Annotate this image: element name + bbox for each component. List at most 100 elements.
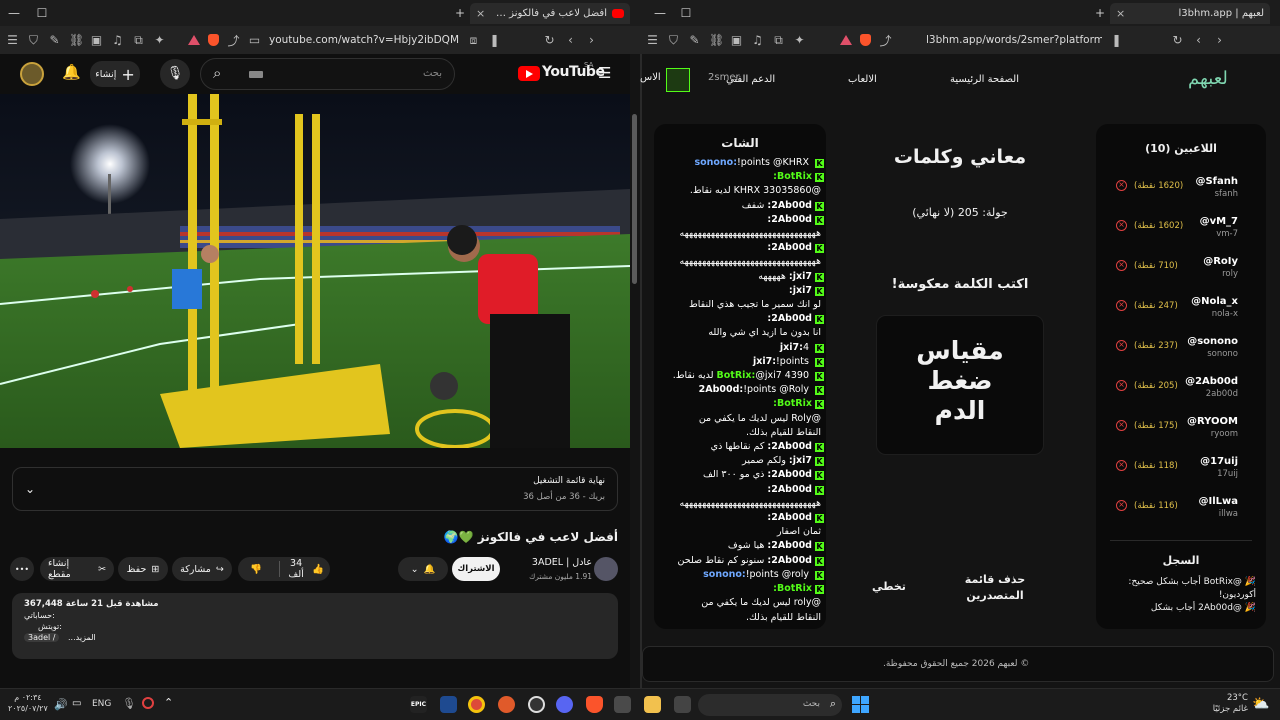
music-icon[interactable]: ♫ [751, 33, 764, 47]
chat-username[interactable]: jxi7: [789, 455, 812, 466]
site-info-icon[interactable]: ▭ [248, 33, 261, 47]
tab-l3bhm[interactable]: × لعبهم | l3bhm.app [1110, 3, 1270, 24]
start-button-windows-icon[interactable] [852, 696, 869, 713]
chat-username[interactable]: 2Ab00d: [767, 540, 812, 551]
taskbar-search[interactable]: بحث ⌕ [698, 694, 842, 716]
remove-player-icon[interactable]: × [1116, 460, 1127, 471]
rocket-league-icon[interactable] [440, 696, 457, 713]
music-icon[interactable]: ♫ [111, 33, 124, 47]
bookmark-icon[interactable]: ❚ [488, 33, 501, 47]
dislike-icon[interactable]: 👎 [238, 564, 274, 575]
minimize-button[interactable]: — [0, 6, 28, 20]
chat-username[interactable]: 2Ab00d: [767, 214, 812, 225]
chat-username[interactable]: 2Ab00d: [767, 484, 812, 495]
nav-item-cut[interactable]: الاس [640, 72, 661, 83]
shield-icon[interactable]: ⛉ [27, 33, 40, 48]
chat-username[interactable]: 2Ab00d: [767, 469, 812, 480]
menu-icon[interactable]: ☰ [646, 33, 659, 47]
puzzle-icon[interactable]: ✦ [153, 33, 166, 47]
scrollbar[interactable] [630, 54, 640, 688]
remove-player-icon[interactable]: × [1116, 220, 1127, 231]
clock[interactable]: ٠٢:٣٤ م ٢٠٢٥/٠٧/٢٧ [8, 692, 48, 714]
youtube-logo-icon[interactable] [518, 66, 540, 81]
search-box[interactable]: ⌕ بحث [200, 58, 455, 90]
maximize-button[interactable]: ☐ [28, 6, 56, 20]
chat-username[interactable]: 2Ab00d: [767, 242, 812, 253]
remove-player-icon[interactable]: × [1116, 180, 1127, 191]
extension-icon[interactable]: ✎ [688, 33, 701, 47]
chat-username[interactable]: jxi7: [753, 356, 776, 367]
link-icon[interactable]: ⛓ [709, 33, 724, 47]
remove-player-icon[interactable]: × [1116, 340, 1127, 351]
microphone-icon[interactable]: 🎙 [122, 697, 136, 710]
playlist-panel[interactable]: ⌄ نهاية قائمة التشغيل بريك - 36 من أصل 3… [12, 467, 618, 511]
nav-item-support[interactable]: الدعم الفني [726, 74, 775, 85]
notification-toggle-button[interactable]: ⌄ 🔔 [398, 557, 448, 581]
channel-name[interactable]: عادل | 3ADEL [532, 557, 592, 568]
reload-icon[interactable]: ↻ [543, 33, 556, 47]
chat-username[interactable]: 2Ab00d: [767, 313, 812, 324]
weather-widget[interactable]: 23°C غائم جزئيًا [1204, 693, 1248, 715]
nav-item-games[interactable]: الالعاب [848, 74, 877, 85]
voice-search-icon[interactable]: 🎙 [160, 59, 190, 89]
shield-icon[interactable]: ⛉ [667, 33, 680, 48]
description-box[interactable]: 367,448 مشاهدة قبل 21 ساعة حساباتي: تويت… [12, 593, 618, 659]
forward-icon[interactable]: › [1213, 33, 1226, 47]
vpn-icon[interactable] [188, 35, 200, 45]
sidebar-icon[interactable]: ▣ [730, 33, 743, 47]
remove-player-icon[interactable]: × [1116, 420, 1127, 431]
chat-username[interactable]: BotRix: [773, 398, 812, 409]
speaker-icon[interactable]: 🔊 [54, 698, 68, 711]
chat-username[interactable]: 2Ab00d: [767, 555, 812, 566]
store-icon[interactable] [614, 696, 631, 713]
like-count[interactable]: 34 ألف [285, 558, 307, 580]
chat-username[interactable]: sonono: [703, 569, 746, 580]
tab-youtube[interactable]: × أفضل لاعب في فالكونز 💚🌍 [470, 3, 630, 24]
tray-chevron-icon[interactable]: ⌃ [164, 696, 173, 709]
taskbar-search-input[interactable]: بحث [803, 699, 820, 709]
chrome-icon[interactable] [468, 696, 485, 713]
app-icon[interactable] [528, 696, 545, 713]
sidebar-icon[interactable]: ▣ [90, 33, 103, 47]
address-bar[interactable]: l3bhm.app/words/2smer?platform=kick [926, 34, 1102, 46]
minimize-button[interactable]: — [646, 6, 674, 20]
link-icon[interactable]: ⛓ [69, 33, 84, 47]
show-more-link[interactable]: ...المزيد [68, 633, 96, 642]
address-bar[interactable]: youtube.com/watch?v=Hbjy2ibDQMI&list... [269, 34, 459, 46]
delete-leaderboard-button[interactable]: حذف قائمة المتصدرين [956, 572, 1034, 604]
chat-username[interactable]: 2Ab00d: [767, 200, 812, 211]
like-icon[interactable]: 👍 [312, 564, 324, 575]
avatar[interactable] [20, 62, 44, 86]
search-icon[interactable]: ⌕ [213, 64, 221, 82]
share-button[interactable]: مشاركة ↪ [172, 557, 232, 581]
epic-games-icon[interactable]: EPIC [410, 696, 427, 713]
share-icon[interactable]: ⤴ [879, 32, 892, 49]
language-indicator[interactable]: ENG [92, 699, 111, 709]
discord-icon[interactable] [556, 696, 573, 713]
brave-browser-icon[interactable] [586, 696, 603, 713]
puzzle-icon[interactable]: ✦ [793, 33, 806, 47]
nav-item-home[interactable]: الصفحة الرئيسية [950, 74, 1019, 85]
reload-icon[interactable]: ↻ [1171, 33, 1184, 47]
vpn-icon[interactable] [840, 35, 852, 45]
clip-button[interactable]: إنشاء مقطع ✂ [40, 557, 114, 581]
create-button[interactable]: إنشاء + [90, 61, 140, 87]
network-icon[interactable]: ▭ [72, 698, 81, 709]
skip-button[interactable]: تخطي [872, 580, 906, 593]
task-view-icon[interactable] [674, 696, 691, 713]
chat-username[interactable]: 2Ab00d: [767, 512, 812, 523]
back-icon[interactable]: ‹ [1192, 33, 1205, 47]
youtube-logo-text[interactable]: YouTube [542, 64, 605, 80]
pip-icon[interactable]: ⧈ [467, 33, 480, 48]
brave-shield-icon[interactable] [208, 34, 219, 46]
screenshot-icon[interactable]: ⧉ [772, 33, 785, 48]
more-actions-button[interactable]: ••• [10, 557, 34, 581]
brave-shield-icon[interactable] [860, 34, 871, 46]
close-tab-icon[interactable]: × [1116, 7, 1125, 20]
site-logo[interactable]: لعبهم [1188, 68, 1228, 89]
chat-username[interactable]: sonono: [694, 157, 737, 168]
notifications-bell-icon[interactable]: 🔔 [62, 63, 81, 81]
chat-username[interactable]: BotRix: [773, 583, 812, 594]
back-icon[interactable]: ‹ [564, 33, 577, 47]
chat-username[interactable]: jxi7: [780, 342, 803, 353]
